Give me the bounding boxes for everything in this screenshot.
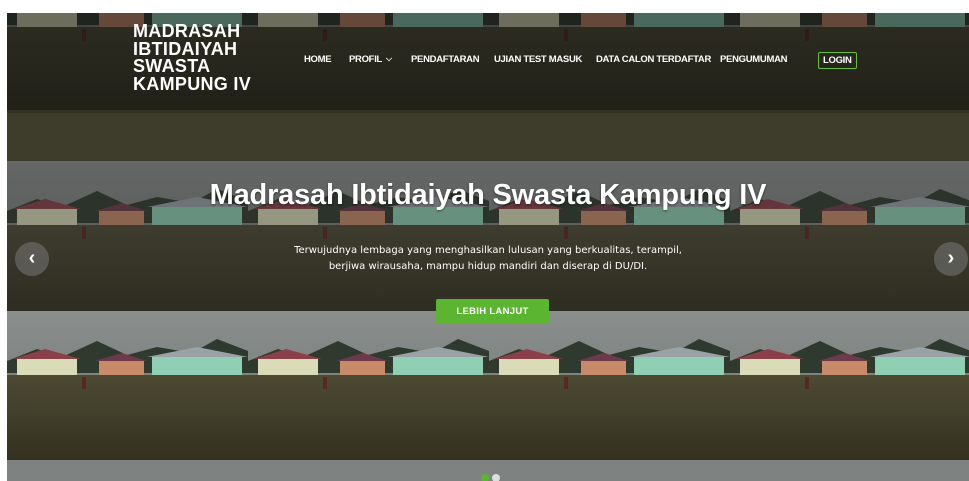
chevron-left-icon: ‹ [28,247,36,269]
nav-item-label: PROFIL [349,54,383,65]
nav-item-pengumuman[interactable]: PENGUMUMAN [720,54,788,65]
chevron-right-icon: › [947,247,955,269]
login-button[interactable]: LOGIN [818,52,857,69]
nav-item-data-calon-terdaftar[interactable]: DATA CALON TERDAFTAR [596,54,711,65]
brand-line: KAMPUNG IV [133,73,252,94]
nav-item-ujian-test-masuk[interactable]: UJIAN TEST MASUK [494,54,582,65]
nav-item-home[interactable]: HOME [304,54,332,65]
nav-item-profil[interactable]: PROFIL ⌵ [349,54,392,65]
carousel-dot[interactable] [492,474,500,481]
nav-item-pendaftaran[interactable]: PENDAFTARAN [411,54,480,65]
lebih-lanjut-button[interactable]: LEBIH LANJUT [436,299,549,324]
carousel-prev-button[interactable]: ‹ [15,242,49,276]
carousel-next-button[interactable]: › [934,242,968,276]
site-logo-text[interactable]: MADRASAH IBTIDAIYAH SWASTA KAMPUNG IV [133,21,273,94]
hero-subtitle: Terwujudnya lembaga yang menghasilkan lu… [294,245,682,272]
page: MADRASAH IBTIDAIYAH SWASTA KAMPUNG IV HO… [7,13,969,481]
brand-line: SWASTA [133,56,211,76]
hero-title: Madrasah Ibtidaiyah Swasta Kampung IV [209,179,767,211]
brand-line: MADRASAH [133,21,241,41]
carousel-dot-active[interactable] [481,474,489,481]
carousel-indicators [7,474,969,481]
chevron-down-icon: ⌵ [386,54,392,63]
